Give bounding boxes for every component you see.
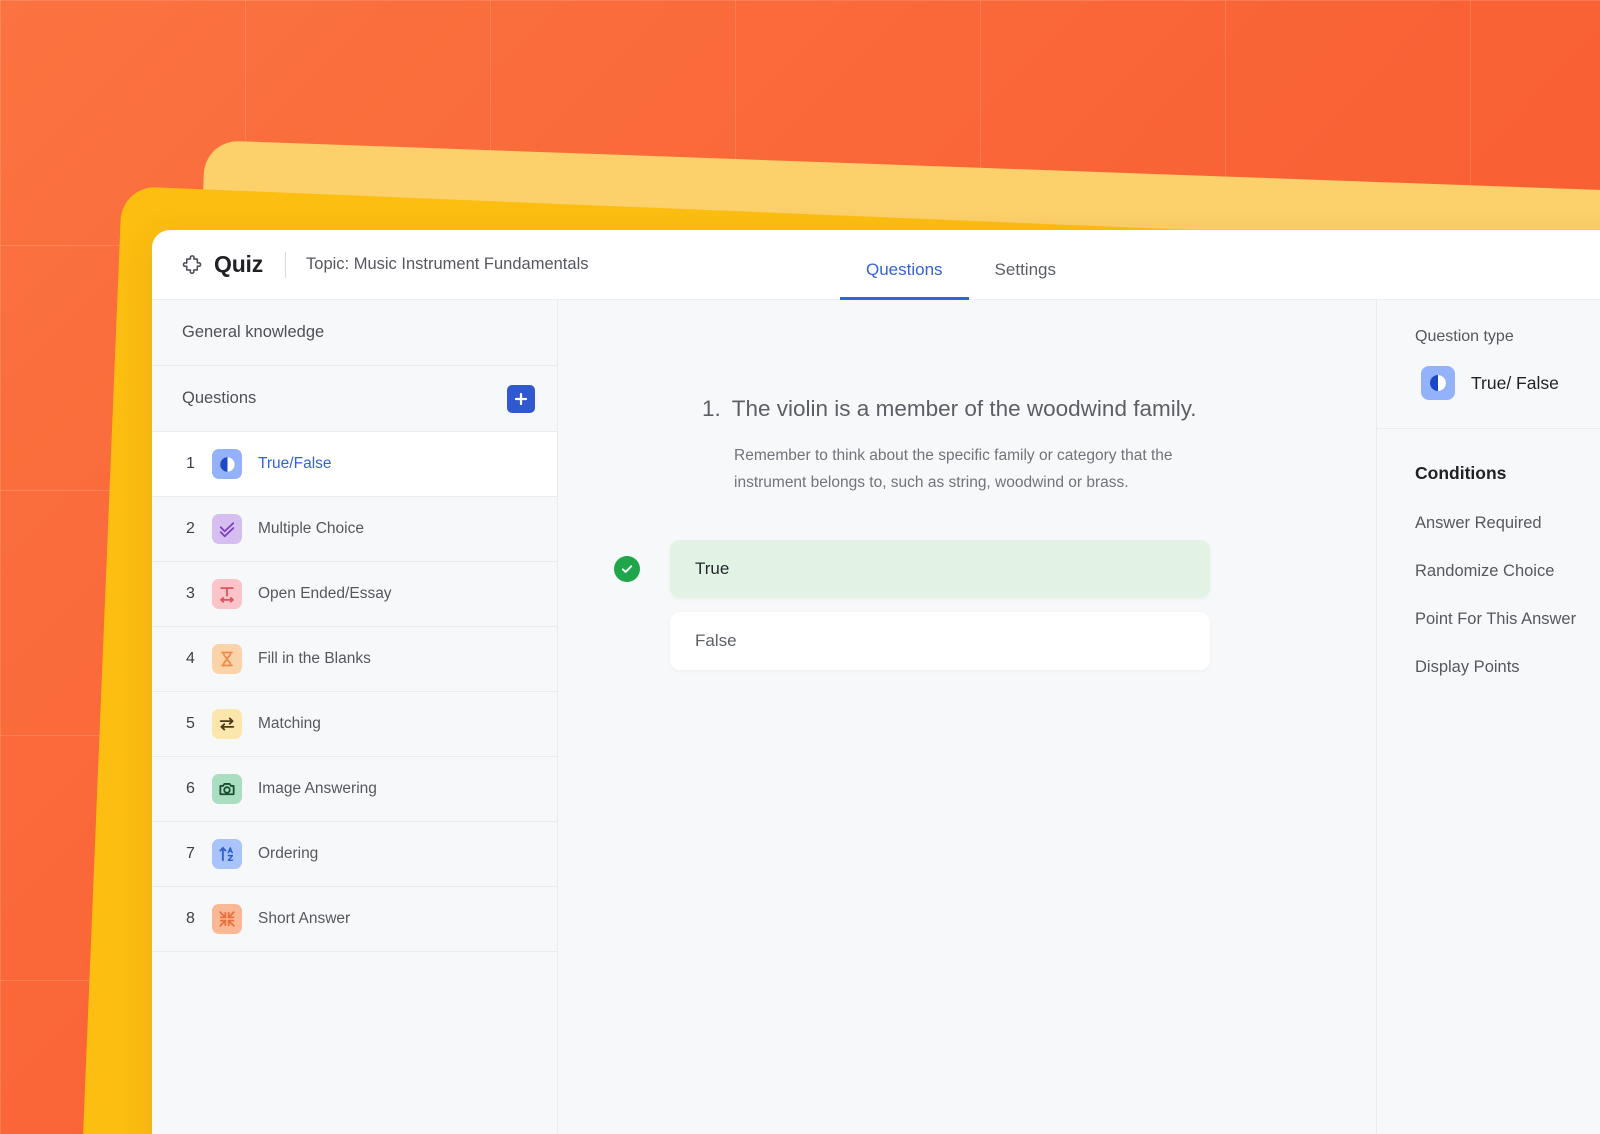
answer-options: True False	[614, 540, 1210, 671]
answer-row: False	[670, 612, 1210, 671]
condition-item[interactable]: Answer Required	[1415, 514, 1600, 533]
hourglass-icon	[212, 644, 242, 674]
question-item-label: True/False	[258, 455, 332, 472]
question-line: 1. The violin is a member of the woodwin…	[702, 392, 1202, 427]
question-list-item-7[interactable]: 7 Ordering	[152, 822, 557, 887]
plus-icon	[513, 391, 529, 407]
question-list-item-5[interactable]: 5 Matching	[152, 692, 557, 757]
question-type-section: Question type True/ False	[1377, 300, 1600, 429]
question-item-number: 3	[186, 585, 195, 602]
double-check-icon	[212, 514, 242, 544]
question-list-item-2[interactable]: 2 Multiple Choice	[152, 497, 557, 562]
brand-divider	[285, 251, 287, 278]
brand-title: Quiz	[214, 251, 264, 277]
condition-item[interactable]: Point For This Answer	[1415, 610, 1600, 629]
question-item-label: Short Answer	[258, 910, 351, 927]
app-topbar: Quiz Topic: Music Instrument Fundamental…	[152, 230, 1600, 300]
condition-item[interactable]: Randomize Choice	[1415, 562, 1600, 581]
check-circle-icon	[614, 556, 640, 583]
question-type-label: Question type	[1415, 328, 1514, 345]
question-list-item-4[interactable]: 4 Fill in the Blanks	[152, 627, 557, 692]
question-type-value-row[interactable]: True/ False	[1415, 366, 1600, 400]
question-item-number: 1	[186, 455, 195, 472]
sort-az-icon	[212, 839, 242, 869]
topic-label: Topic: Music Instrument Fundamentals	[306, 255, 589, 273]
conditions-list: Answer Required Randomize Choice Point For…	[1415, 514, 1600, 677]
tab-questions[interactable]: Questions	[840, 261, 969, 300]
contrast-circle-icon	[1421, 366, 1455, 400]
tab-bar: Questions Settings	[840, 230, 1082, 300]
question-item-number: 4	[186, 650, 195, 667]
swap-arrows-icon	[212, 709, 242, 739]
question-list-item-6[interactable]: 6 Image Answering	[152, 757, 557, 822]
answer-option-true[interactable]: True	[670, 540, 1210, 599]
question-item-number: 5	[186, 715, 195, 732]
question-item-number: 7	[186, 845, 195, 862]
conditions-section: Conditions Answer Required Randomize Choi…	[1377, 429, 1600, 677]
question-text[interactable]: The violin is a member of the woodwind f…	[732, 392, 1197, 427]
tab-settings[interactable]: Settings	[969, 261, 1082, 300]
answer-option-false[interactable]: False	[670, 612, 1210, 671]
question-item-label: Fill in the Blanks	[258, 650, 371, 667]
question-item-number: 2	[186, 520, 195, 537]
brand: Quiz	[152, 251, 263, 278]
category-row[interactable]: General knowledge	[152, 300, 557, 366]
question-item-label: Open Ended/Essay	[258, 585, 392, 602]
question-editor-panel: 1. The violin is a member of the woodwin…	[558, 300, 1377, 1134]
questions-header-label: Questions	[182, 389, 257, 407]
collapse-arrows-icon	[212, 904, 242, 934]
question-list: 1 True/False 2 Multiple Choice 3 Open Ended/E…	[152, 432, 557, 952]
questions-sidebar: General knowledge Questions 1 True/False 2…	[152, 300, 558, 1134]
answer-row: True	[614, 540, 1210, 599]
question-number: 1.	[702, 396, 721, 421]
question-item-number: 6	[186, 780, 195, 797]
properties-panel: Question type True/ False Conditions Ans…	[1377, 300, 1600, 1134]
category-label: General knowledge	[182, 323, 325, 341]
question-item-number: 8	[186, 910, 195, 927]
question-type-value: True/ False	[1471, 372, 1559, 393]
question-list-item-8[interactable]: 8 Short Answer	[152, 887, 557, 952]
conditions-title: Conditions	[1415, 463, 1507, 483]
question-item-label: Multiple Choice	[258, 520, 364, 537]
question-list-item-1[interactable]: 1 True/False	[152, 432, 557, 497]
question-block: 1. The violin is a member of the woodwin…	[702, 300, 1202, 496]
text-resize-icon	[212, 579, 242, 609]
add-question-button[interactable]	[507, 384, 535, 413]
camera-icon	[212, 774, 242, 804]
contrast-circle-icon	[212, 449, 242, 479]
quiz-app-window: Quiz Topic: Music Instrument Fundamental…	[152, 230, 1600, 1134]
question-item-label: Matching	[258, 715, 321, 732]
questions-section-header: Questions	[152, 366, 557, 432]
question-hint: Remember to think about the specific fam…	[734, 446, 1173, 491]
question-item-label: Image Answering	[258, 780, 377, 797]
puzzle-piece-icon	[182, 254, 204, 276]
question-item-label: Ordering	[258, 845, 319, 862]
condition-item[interactable]: Display Points	[1415, 658, 1600, 677]
question-list-item-3[interactable]: 3 Open Ended/Essay	[152, 562, 557, 627]
app-body: General knowledge Questions 1 True/False 2…	[152, 300, 1600, 1134]
